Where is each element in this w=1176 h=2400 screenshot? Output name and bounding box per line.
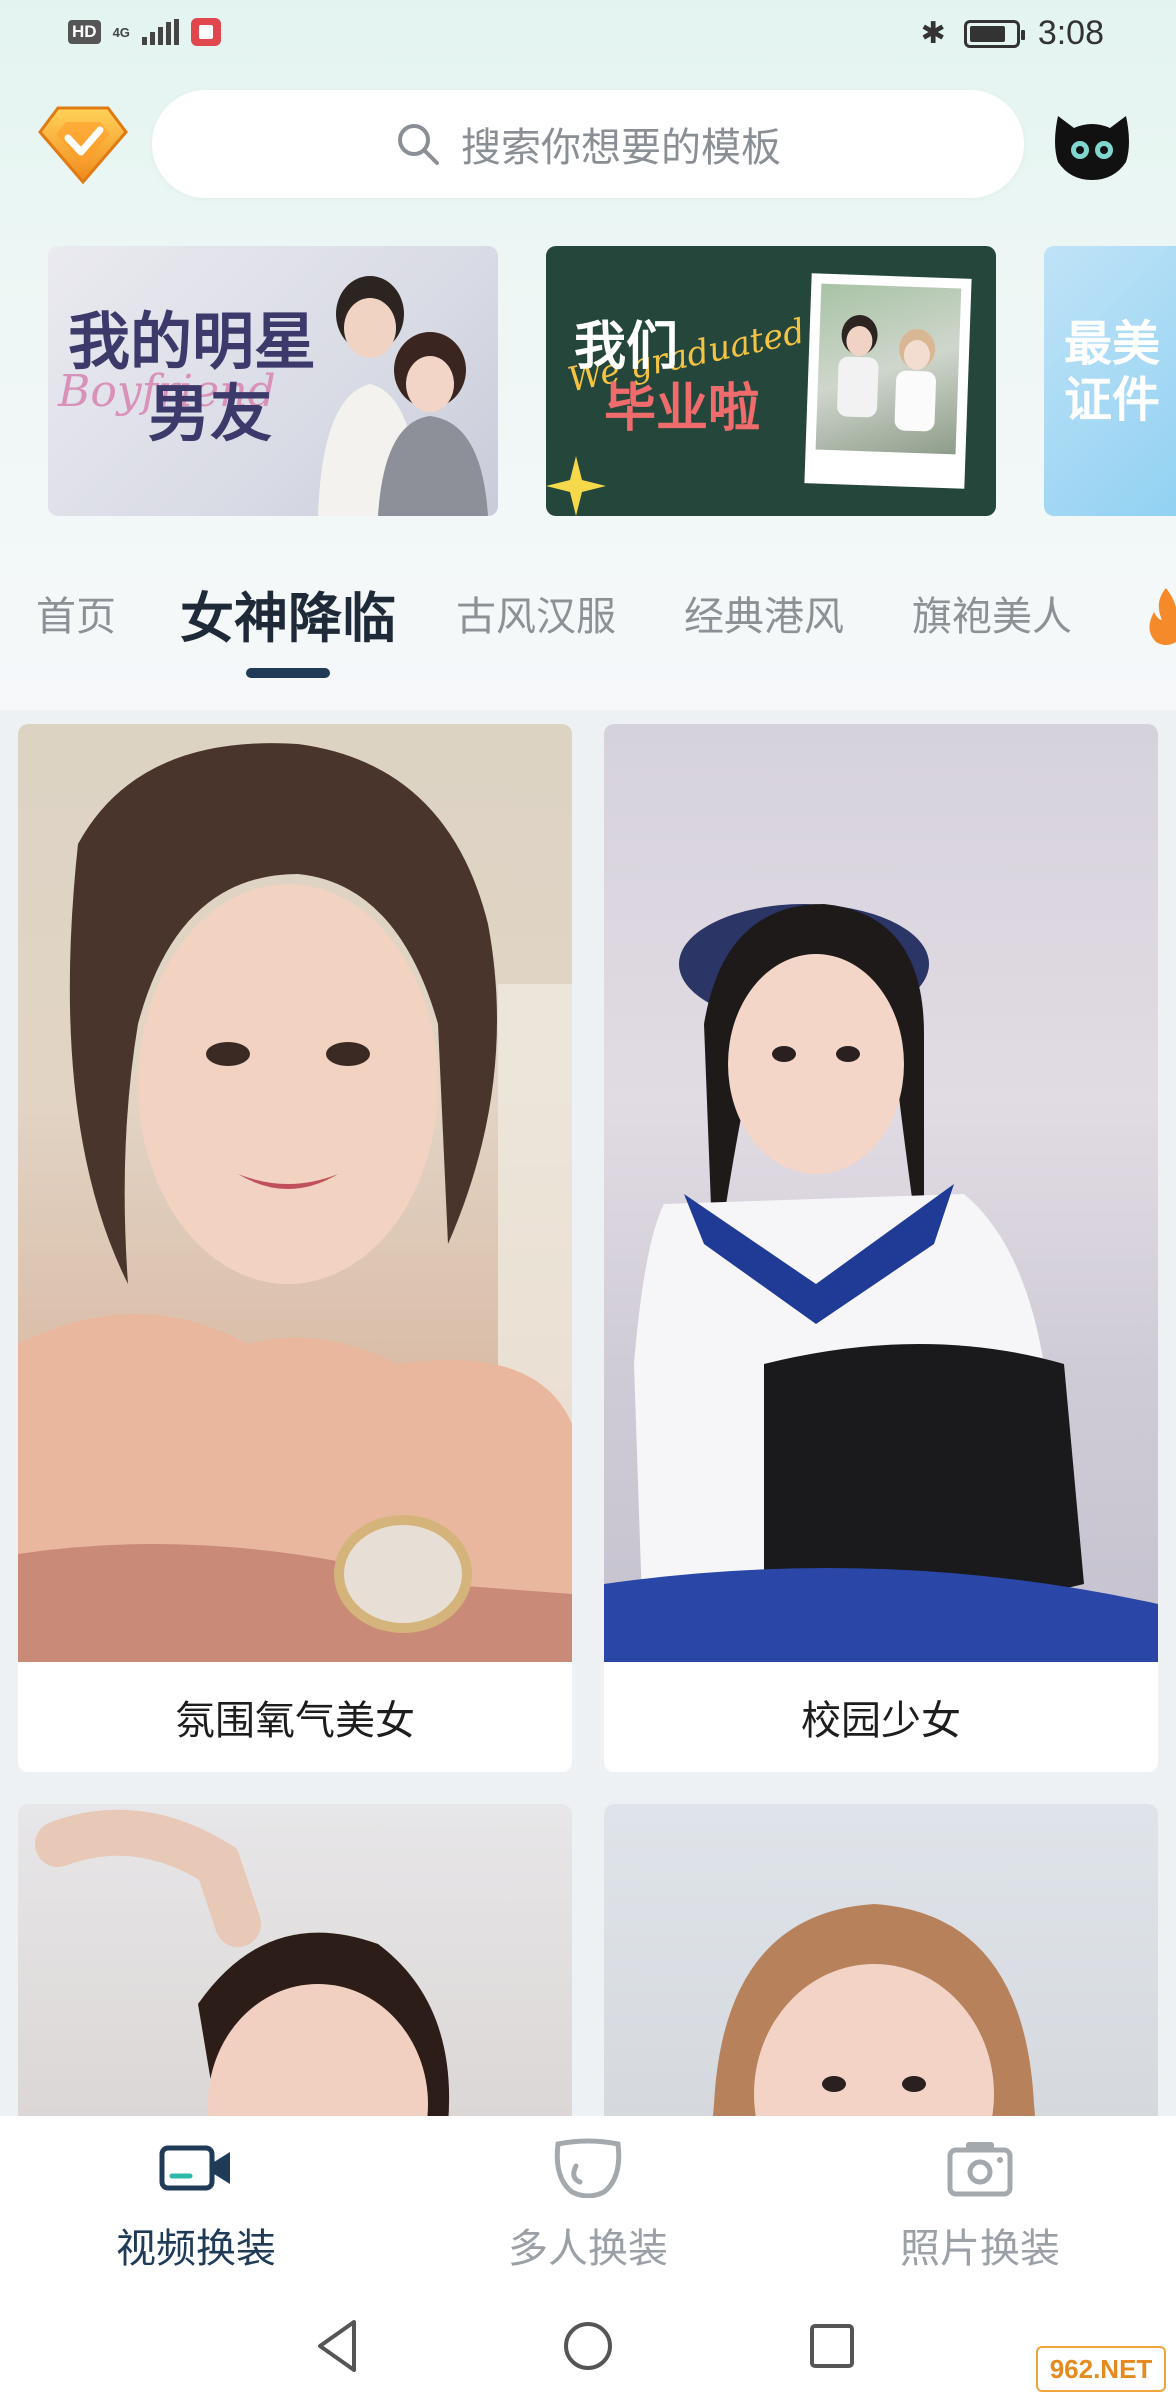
back-icon[interactable] <box>310 2316 370 2376</box>
recent-apps-icon[interactable] <box>802 2316 862 2376</box>
banner-person-image <box>378 332 488 516</box>
banner-title: 我们 毕业啦 <box>574 316 760 440</box>
search-icon <box>398 124 439 165</box>
cat-avatar-icon[interactable] <box>1052 104 1132 182</box>
banner-title: 最美 证件 <box>1064 316 1160 428</box>
template-card[interactable]: 校园少女 <box>604 724 1158 1772</box>
site-watermark: 962.NET <box>1036 2346 1166 2392</box>
signal-icon <box>141 19 179 45</box>
banner-title-line: 最美 <box>1064 316 1161 372</box>
bottom-navigation: 视频换装 多人换装 照片换装 <box>0 2116 1176 2286</box>
notification-app-icon <box>190 18 221 46</box>
video-camera-icon <box>159 2145 230 2191</box>
camera-icon <box>947 2142 1013 2197</box>
tab-qipao[interactable]: 旗袍美人 <box>912 584 1072 642</box>
star-sparkle-icon <box>546 456 606 516</box>
template-thumbnail <box>604 724 1158 1662</box>
bluetooth-icon: ✱ <box>920 17 946 50</box>
vip-badge-icon[interactable] <box>38 104 128 184</box>
banner-title: 我的明星 男友 <box>68 306 316 450</box>
banner-title-line: 毕业啦 <box>604 379 761 439</box>
nav-photo-dressup[interactable]: 照片换装 <box>830 2138 1130 2274</box>
system-navigation-bar: 962.NET <box>0 2286 1176 2400</box>
nav-multi-person-dressup[interactable]: 多人换装 <box>438 2138 738 2274</box>
banner-title-line: 男友 <box>148 377 273 450</box>
nav-video-dressup[interactable]: 视频换装 <box>46 2138 346 2274</box>
category-tabs: 首页 女神降临 古风汉服 经典港风 旗袍美人 <box>0 560 1176 680</box>
mask-face-icon <box>554 2138 622 2199</box>
banner-id-photo[interactable]: 最美 证件 <box>1044 246 1176 516</box>
active-tab-indicator <box>246 668 330 678</box>
clock: 3:08 <box>1037 14 1104 52</box>
battery-icon <box>963 19 1025 48</box>
nav-label: 视频换装 <box>116 2226 276 2272</box>
banner-star-boyfriend[interactable]: Boyfriend 我的明星 男友 <box>48 246 498 516</box>
template-card[interactable]: 氛围氧气美女 <box>18 724 572 1772</box>
tab-goddess[interactable]: 女神降临 <box>180 574 396 653</box>
template-title: 校园少女 <box>801 1698 961 1744</box>
search-placeholder: 搜索你想要的模板 <box>461 125 781 171</box>
search-input[interactable]: 搜索你想要的模板 <box>152 90 1024 198</box>
template-thumbnail <box>18 724 572 1662</box>
hd-indicator: HD <box>68 20 101 44</box>
tab-hongkong-style[interactable]: 经典港风 <box>684 584 844 642</box>
nav-label: 照片换装 <box>900 2226 1060 2272</box>
template-title: 氛围氧气美女 <box>175 1698 415 1744</box>
banner-title-line: 证件 <box>1064 372 1161 428</box>
banner-title-line: 我们 <box>574 317 679 377</box>
banner-title-line: 我的明星 <box>68 305 317 378</box>
banner-graduation[interactable]: We graduated 我们 毕业啦 <box>546 246 996 516</box>
tab-hanfu[interactable]: 古风汉服 <box>456 584 616 642</box>
tab-home[interactable]: 首页 <box>36 584 116 642</box>
home-icon[interactable] <box>558 2316 618 2376</box>
fire-icon[interactable] <box>1146 586 1176 646</box>
status-bar: HD 4G ✱ 3:08 <box>0 0 1176 70</box>
banner-polaroid-image <box>804 273 972 489</box>
nav-label: 多人换装 <box>508 2226 668 2272</box>
network-type: 4G <box>112 24 130 40</box>
